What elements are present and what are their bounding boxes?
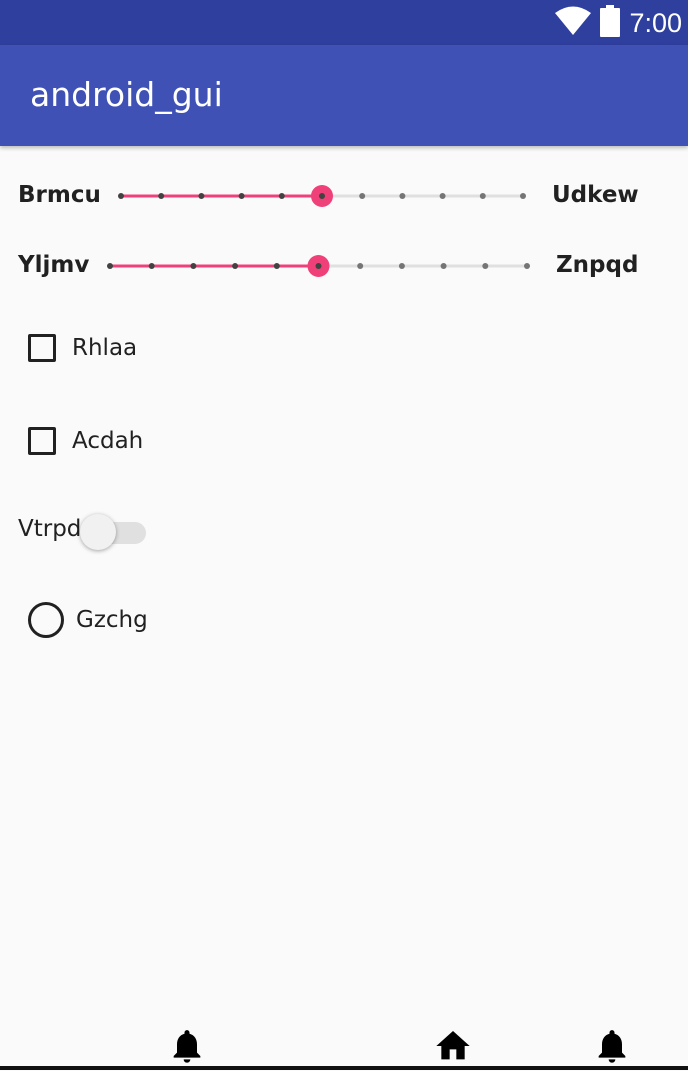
status-bar: 7:00 [0,0,688,45]
app-bar: android_gui [0,45,688,146]
seekbar-tick [440,263,447,269]
radio-label: Gzchg [76,607,148,633]
checkbox-row-acdah[interactable]: Acdah [28,421,143,461]
seekbar-tick [278,193,285,199]
radio-button[interactable] [28,602,64,638]
seekbar-2[interactable] [104,244,534,288]
wifi-icon [555,6,592,41]
seekbar-tick [148,263,155,269]
checkbox-row-rhlaa[interactable]: Rhlaa [28,328,137,368]
switch-label: Vtrpd [18,516,82,542]
seekbar-thumb-dot [319,193,325,199]
seekbar-tick [238,193,245,199]
checkbox[interactable] [28,334,56,362]
slider-left-label: Yljmv [18,252,90,278]
seekbar-tick [439,193,446,199]
slider-right-label: Znpqd [556,252,639,278]
seekbar-tick [357,263,364,269]
seekbar-tick [190,263,197,269]
bell-icon[interactable] [592,1026,632,1066]
radio-row[interactable]: Gzchg [28,600,148,640]
seekbar-tick [273,263,280,269]
seekbar-tick [479,193,486,199]
seekbar-tick [520,193,526,199]
checkbox-label: Acdah [72,428,144,454]
seekbar-tick [158,193,165,199]
battery-icon [599,4,621,42]
checkbox-label: Rhlaa [72,335,138,361]
seekbar-tick [524,263,530,269]
seekbar-tick [398,263,405,269]
slider-row-2: Yljmv Znpqd [0,244,688,288]
seekbar-tick [359,193,366,199]
checkbox[interactable] [28,427,56,455]
status-time: 7:00 [629,7,682,38]
bottom-nav [0,1020,688,1070]
switch-thumb[interactable] [80,514,116,550]
slider-row-1: Brmcu Udkew [0,174,688,218]
app-title: android_gui [30,75,223,114]
bell-icon[interactable] [167,1026,207,1066]
seekbar-tick [399,193,406,199]
slider-right-label: Udkew [552,182,639,208]
status-icons: 7:00 [555,4,682,42]
seekbar-thumb-dot [315,263,322,269]
seekbar-1[interactable] [114,174,530,218]
seekbar-tick [232,263,239,269]
slider-left-label: Brmcu [18,182,101,208]
home-icon[interactable] [433,1026,473,1066]
seekbar-tick [118,193,124,199]
bottom-edge [0,1066,688,1070]
content: Brmcu Udkew Yljmv Znpqd Rhlaa Acdah Vtrp… [0,146,688,1036]
seekbar-tick [198,193,205,199]
seekbar-tick [107,263,113,269]
seekbar-tick [482,263,489,269]
